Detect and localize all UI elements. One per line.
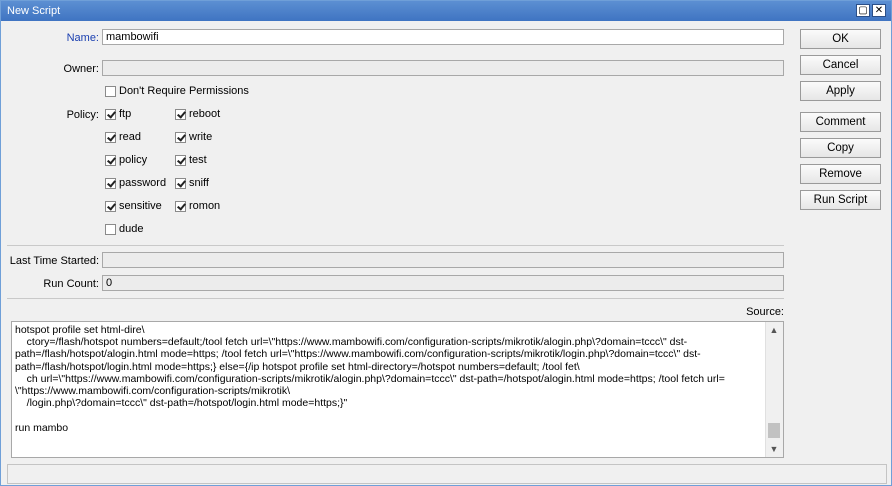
source-line: run mambo: [15, 421, 69, 434]
policy-read-label: read: [119, 131, 142, 143]
apply-button[interactable]: Apply: [800, 81, 881, 101]
source-text[interactable]: hotspot profile set html-dire\ ctory=/fl…: [15, 324, 763, 434]
dont-require-permissions-checkbox[interactable]: [105, 86, 116, 97]
policy-ftp-checkbox[interactable]: [105, 109, 116, 120]
policy-reboot-label: reboot: [189, 108, 221, 120]
policy-write-checkbox[interactable]: [175, 132, 186, 143]
source-line: ctory=/flash/hotspot numbers=default;/to…: [15, 336, 688, 349]
owner-field: [102, 60, 784, 76]
source-line: hotspot profile set html-dire\: [15, 324, 145, 336]
name-label: Name:: [66, 32, 99, 44]
ok-button[interactable]: OK: [800, 29, 881, 49]
run-count-field: 0: [102, 275, 784, 291]
source-line: /login.php\?domain=tccc\" dst-path=/hots…: [15, 397, 348, 410]
source-line: \"https://www.mambowifi.com/configuratio…: [15, 385, 291, 398]
dont-require-permissions-label: Don't Require Permissions: [119, 85, 249, 97]
source-line: path=/flash/hotspot/alogin.html mode=htt…: [15, 348, 701, 361]
scroll-thumb[interactable]: [768, 423, 780, 438]
window-title: New Script: [7, 5, 61, 17]
policy-sensitive-label: sensitive: [119, 200, 162, 212]
last-time-started-field: [102, 252, 784, 268]
source-editor[interactable]: hotspot profile set html-dire\ ctory=/fl…: [11, 321, 784, 458]
copy-button[interactable]: Copy: [800, 138, 881, 158]
status-bar: [7, 464, 887, 484]
policy-policy-label: policy: [119, 154, 148, 166]
source-line: ch url=\"https://www.mambowifi.com/confi…: [15, 372, 725, 385]
policy-password-checkbox[interactable]: [105, 178, 116, 189]
cancel-button[interactable]: Cancel: [800, 55, 881, 75]
policy-test-label: test: [189, 154, 207, 166]
scroll-down-icon[interactable]: ▼: [766, 442, 782, 456]
policy-sniff-label: sniff: [189, 177, 209, 189]
name-input[interactable]: mambowifi: [102, 29, 784, 45]
policy-reboot-checkbox[interactable]: [175, 109, 186, 120]
maximize-icon[interactable]: ▢: [856, 4, 870, 17]
policy-dude-checkbox[interactable]: [105, 224, 116, 235]
policy-sniff-checkbox[interactable]: [175, 178, 186, 189]
owner-label: Owner:: [63, 63, 99, 75]
source-line: path=/flash/hotspot/login.html mode=http…: [15, 360, 580, 373]
separator: [7, 245, 784, 246]
remove-button[interactable]: Remove: [800, 164, 881, 184]
close-icon[interactable]: ✕: [872, 4, 886, 17]
separator: [7, 298, 784, 299]
source-line: [15, 409, 763, 421]
run-count-label: Run Count:: [43, 278, 99, 290]
source-scrollbar[interactable]: ▲ ▼: [765, 322, 783, 457]
title-bar[interactable]: New Script ▢ ✕: [1, 1, 891, 21]
policy-password-label: password: [119, 177, 167, 189]
comment-button[interactable]: Comment: [800, 112, 881, 132]
policy-romon-checkbox[interactable]: [175, 201, 186, 212]
policy-write-label: write: [189, 131, 213, 143]
policy-sensitive-checkbox[interactable]: [105, 201, 116, 212]
new-script-window: New Script ▢ ✕ Name: mambowifi Owner: Do…: [0, 0, 892, 486]
source-label: Source:: [746, 306, 784, 318]
policy-read-checkbox[interactable]: [105, 132, 116, 143]
policy-label: Policy:: [66, 109, 99, 121]
policy-test-checkbox[interactable]: [175, 155, 186, 166]
policy-dude-label: dude: [119, 223, 144, 235]
last-time-started-label: Last Time Started:: [9, 255, 99, 267]
scroll-up-icon[interactable]: ▲: [766, 323, 782, 337]
run-script-button[interactable]: Run Script: [800, 190, 881, 210]
policy-romon-label: romon: [189, 200, 221, 212]
policy-ftp-label: ftp: [119, 108, 132, 120]
policy-policy-checkbox[interactable]: [105, 155, 116, 166]
